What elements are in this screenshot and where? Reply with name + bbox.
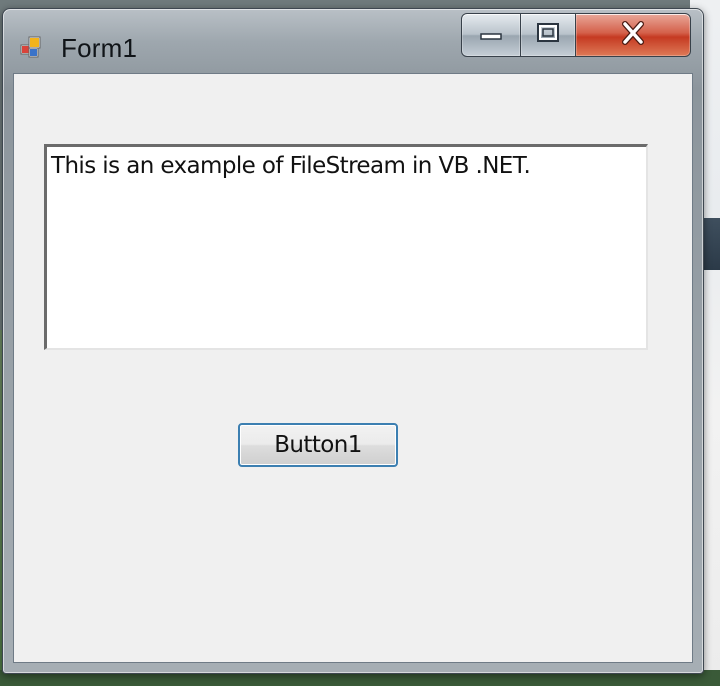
minimize-button[interactable] [461, 13, 521, 57]
button1[interactable]: Button1 [238, 423, 398, 467]
maximize-icon [536, 22, 560, 49]
window-title: Form1 [61, 33, 138, 63]
text-box[interactable]: This is an example of FileStream in VB .… [44, 144, 648, 350]
form1-window: Form1 This is an example of FileStream i… [2, 8, 704, 674]
close-button[interactable] [575, 13, 691, 57]
maximize-button[interactable] [520, 13, 576, 57]
form-app-icon[interactable] [19, 33, 45, 59]
title-bar[interactable]: Form1 [3, 9, 703, 73]
close-icon [618, 20, 648, 50]
caption-buttons [461, 13, 691, 57]
form-client-area: This is an example of FileStream in VB .… [13, 73, 693, 663]
minimize-icon [478, 25, 504, 46]
